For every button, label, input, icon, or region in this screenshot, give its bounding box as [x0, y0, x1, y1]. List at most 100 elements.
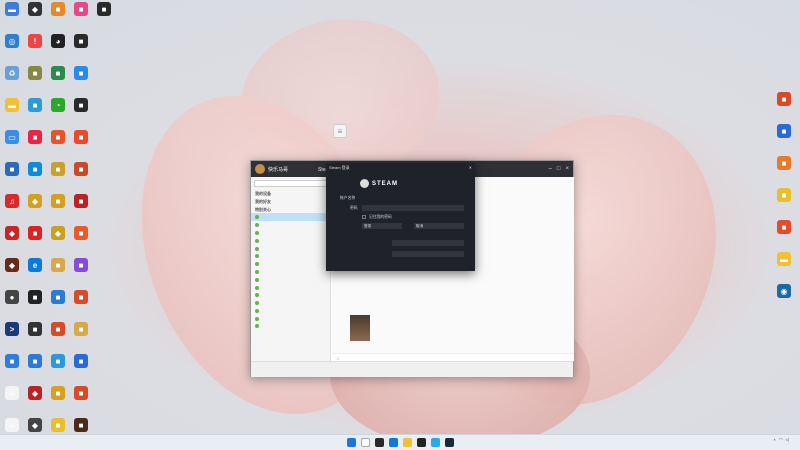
desktop-shortcut[interactable]: ■: [46, 290, 70, 322]
desktop-shortcut[interactable]: ■: [772, 220, 796, 252]
minimize-icon[interactable]: –: [549, 166, 552, 172]
list-item[interactable]: [251, 245, 330, 253]
account-field[interactable]: [362, 195, 464, 201]
list-item[interactable]: [251, 252, 330, 260]
list-item[interactable]: [251, 338, 330, 346]
list-item[interactable]: [251, 213, 330, 222]
qq-icon[interactable]: [416, 438, 426, 447]
task-view-icon[interactable]: [374, 438, 384, 447]
desktop-shortcut[interactable]: ▭: [0, 130, 24, 162]
desktop-file-icon[interactable]: ≡: [328, 124, 352, 156]
desktop-shortcut[interactable]: ■: [46, 194, 70, 226]
desktop-shortcut[interactable]: ■: [23, 66, 47, 98]
list-item[interactable]: [251, 315, 330, 323]
desktop-shortcut[interactable]: ■: [69, 34, 93, 66]
desktop-shortcut[interactable]: >: [0, 322, 24, 354]
list-item[interactable]: [251, 237, 330, 245]
desktop-shortcut[interactable]: ■: [23, 130, 47, 162]
desktop-shortcut[interactable]: ■: [23, 290, 47, 322]
list-item[interactable]: [251, 260, 330, 268]
desktop-shortcut[interactable]: ■: [772, 188, 796, 220]
desktop-shortcut[interactable]: ■: [23, 354, 47, 386]
list-item[interactable]: [251, 229, 330, 237]
volume-icon[interactable]: ◁: [786, 437, 789, 443]
list-item[interactable]: 我的设备: [251, 190, 330, 198]
start-icon[interactable]: [346, 438, 356, 447]
close-icon[interactable]: ✕: [469, 165, 472, 170]
chevron-up-icon[interactable]: ^: [773, 438, 775, 443]
desktop-shortcut[interactable]: ◉: [772, 284, 796, 316]
desktop-shortcut[interactable]: ■: [69, 194, 93, 226]
desktop-shortcut[interactable]: ■: [23, 98, 47, 130]
desktop-shortcut[interactable]: ■: [46, 2, 70, 34]
desktop-shortcut[interactable]: ♻: [0, 66, 24, 98]
desktop-shortcut[interactable]: ■: [46, 386, 70, 418]
cancel-button[interactable]: 取消: [414, 223, 464, 229]
recover-account-button[interactable]: [392, 251, 464, 257]
avatar[interactable]: [255, 164, 265, 174]
create-account-button[interactable]: [392, 240, 464, 246]
desktop-shortcut[interactable]: ◕: [46, 34, 70, 66]
steam-login-dialog[interactable]: Steam 登录 ✕ STEAM 帐户名称 密码 记住我的密码 登录 取消: [326, 163, 475, 271]
edge-icon[interactable]: [388, 438, 398, 447]
desktop-shortcut[interactable]: ■: [69, 354, 93, 386]
app-icon[interactable]: [430, 438, 440, 447]
desktop-shortcut[interactable]: ◆: [0, 258, 24, 290]
close-icon[interactable]: ×: [565, 166, 569, 172]
desktop-shortcut[interactable]: ▬: [0, 2, 24, 34]
desktop-shortcut[interactable]: ■: [69, 386, 93, 418]
desktop-shortcut[interactable]: ■: [0, 162, 24, 194]
desktop-shortcut[interactable]: ■: [46, 354, 70, 386]
steam-icon[interactable]: [444, 438, 454, 447]
list-item[interactable]: [251, 276, 330, 284]
desktop-shortcut[interactable]: ■: [0, 354, 24, 386]
desktop-shortcut[interactable]: ◆: [23, 2, 47, 34]
desktop-shortcut[interactable]: !: [23, 34, 47, 66]
list-item[interactable]: [251, 291, 330, 299]
desktop-shortcut[interactable]: ■: [69, 130, 93, 162]
list-item[interactable]: [251, 330, 330, 338]
desktop-shortcut[interactable]: ■: [46, 66, 70, 98]
desktop-shortcut[interactable]: ◆: [0, 226, 24, 258]
desktop-shortcut[interactable]: ■: [772, 124, 796, 156]
list-item[interactable]: [251, 221, 330, 229]
list-item[interactable]: 我的好友: [251, 198, 330, 206]
desktop-shortcut[interactable]: e: [23, 258, 47, 290]
desktop-shortcut[interactable]: ■: [69, 162, 93, 194]
file-explorer-icon[interactable]: [402, 438, 412, 447]
desktop-shortcut[interactable]: ■: [69, 2, 93, 34]
desktop-shortcut[interactable]: ◎: [0, 34, 24, 66]
list-item[interactable]: [251, 284, 330, 292]
desktop-shortcut[interactable]: ■: [772, 156, 796, 188]
desktop-shortcut[interactable]: ■: [23, 162, 47, 194]
wifi-icon[interactable]: ◠: [779, 437, 783, 443]
desktop-shortcut[interactable]: ▬: [0, 98, 24, 130]
desktop-shortcut[interactable]: ■: [23, 322, 47, 354]
desktop-shortcut[interactable]: ◔: [46, 98, 70, 130]
desktop-shortcut[interactable]: ■: [46, 162, 70, 194]
desktop-shortcut[interactable]: ▬: [772, 252, 796, 284]
list-item[interactable]: [251, 354, 330, 361]
desktop-shortcut[interactable]: ■: [69, 66, 93, 98]
list-item[interactable]: [251, 323, 330, 331]
chat-input[interactable]: ☺: [332, 353, 574, 361]
desktop-shortcut[interactable]: ■: [69, 226, 93, 258]
desktop-shortcut[interactable]: ■: [46, 322, 70, 354]
remember-checkbox[interactable]: [362, 215, 366, 219]
desktop-shortcut[interactable]: ■: [23, 226, 47, 258]
password-field[interactable]: [362, 205, 464, 211]
list-item[interactable]: 特别关心: [251, 206, 330, 214]
login-button[interactable]: 登录: [362, 223, 402, 229]
chat-image[interactable]: [350, 315, 370, 341]
desktop-shortcut[interactable]: ■: [69, 258, 93, 290]
list-item[interactable]: [251, 268, 330, 276]
desktop-shortcut[interactable]: ■: [69, 290, 93, 322]
desktop-shortcut[interactable]: ■: [772, 92, 796, 124]
desktop-shortcut[interactable]: ♫: [0, 194, 24, 226]
list-item[interactable]: [251, 299, 330, 307]
contact-search-input[interactable]: [254, 180, 327, 187]
desktop-shortcut[interactable]: ≡: [0, 386, 24, 418]
desktop-shortcut[interactable]: ■: [46, 258, 70, 290]
list-item[interactable]: [251, 346, 330, 354]
desktop-shortcut[interactable]: ◆: [23, 386, 47, 418]
